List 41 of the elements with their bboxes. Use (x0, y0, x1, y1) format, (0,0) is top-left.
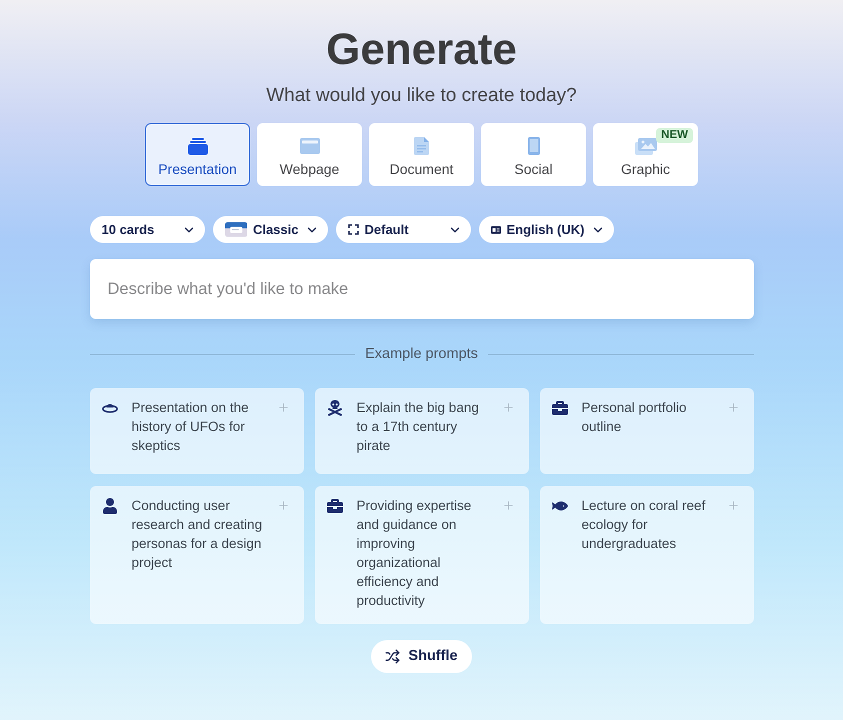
content-type-tab[interactable]: Webpage (257, 123, 362, 186)
content-type-tab[interactable]: Social (481, 123, 586, 186)
content-type-tab[interactable]: Document (369, 123, 474, 186)
theme-thumbnail-icon (224, 221, 247, 238)
example-prompt-card[interactable]: Conducting user research and creating personas for a design project (90, 486, 304, 624)
shuffle-icon (385, 649, 400, 664)
id-card-icon (490, 224, 500, 234)
example-prompt-card[interactable]: Presentation on the history of UFOs for skeptics (90, 388, 304, 474)
theme-dropdown[interactable]: Classic (212, 216, 328, 243)
image-icon (634, 138, 656, 154)
example-prompt-card[interactable]: Explain the big bang to a 17th century pirate (314, 388, 528, 474)
example-prompt-card[interactable]: Lecture on coral reef ecology for undergraduates (540, 486, 754, 624)
plus-icon (276, 401, 290, 414)
language-dropdown[interactable]: English (UK) (478, 216, 614, 243)
plus-icon (502, 499, 514, 512)
card-count-dropdown[interactable]: 10 cards (90, 216, 204, 243)
plus-icon (726, 499, 740, 512)
content-type-tab[interactable]: Presentation (145, 123, 250, 186)
stacked-cards-icon (188, 138, 208, 154)
page-subtitle: What would you like to create today? (266, 84, 577, 108)
format-dropdown[interactable]: Default (336, 216, 470, 243)
section-heading: Example prompts (365, 345, 478, 364)
briefcase-icon (552, 400, 568, 416)
phone-icon (528, 137, 540, 155)
person-icon (102, 498, 118, 514)
prompt-input[interactable]: Describe what you'd like to make (90, 259, 754, 319)
frame-corners-icon (348, 224, 358, 235)
shuffle-button[interactable]: Shuffle (371, 640, 472, 673)
content-type-tab[interactable]: NEW Graphic (593, 123, 698, 186)
example-prompt-card[interactable]: Providing expertise and guidance on improving organizational efficiency and productivity (314, 486, 528, 624)
briefcase-icon (326, 498, 342, 514)
new-badge: NEW (656, 128, 693, 143)
example-prompt-card[interactable]: Personal portfolio outline (540, 388, 754, 474)
flying-saucer-icon (102, 402, 118, 414)
page-title: Generate (326, 25, 517, 75)
plus-icon (276, 499, 290, 512)
document-icon (414, 137, 429, 155)
plus-icon (726, 401, 740, 414)
plus-icon (502, 401, 514, 414)
skull-crossbones-icon (326, 400, 342, 416)
browser-window-icon (300, 138, 320, 154)
